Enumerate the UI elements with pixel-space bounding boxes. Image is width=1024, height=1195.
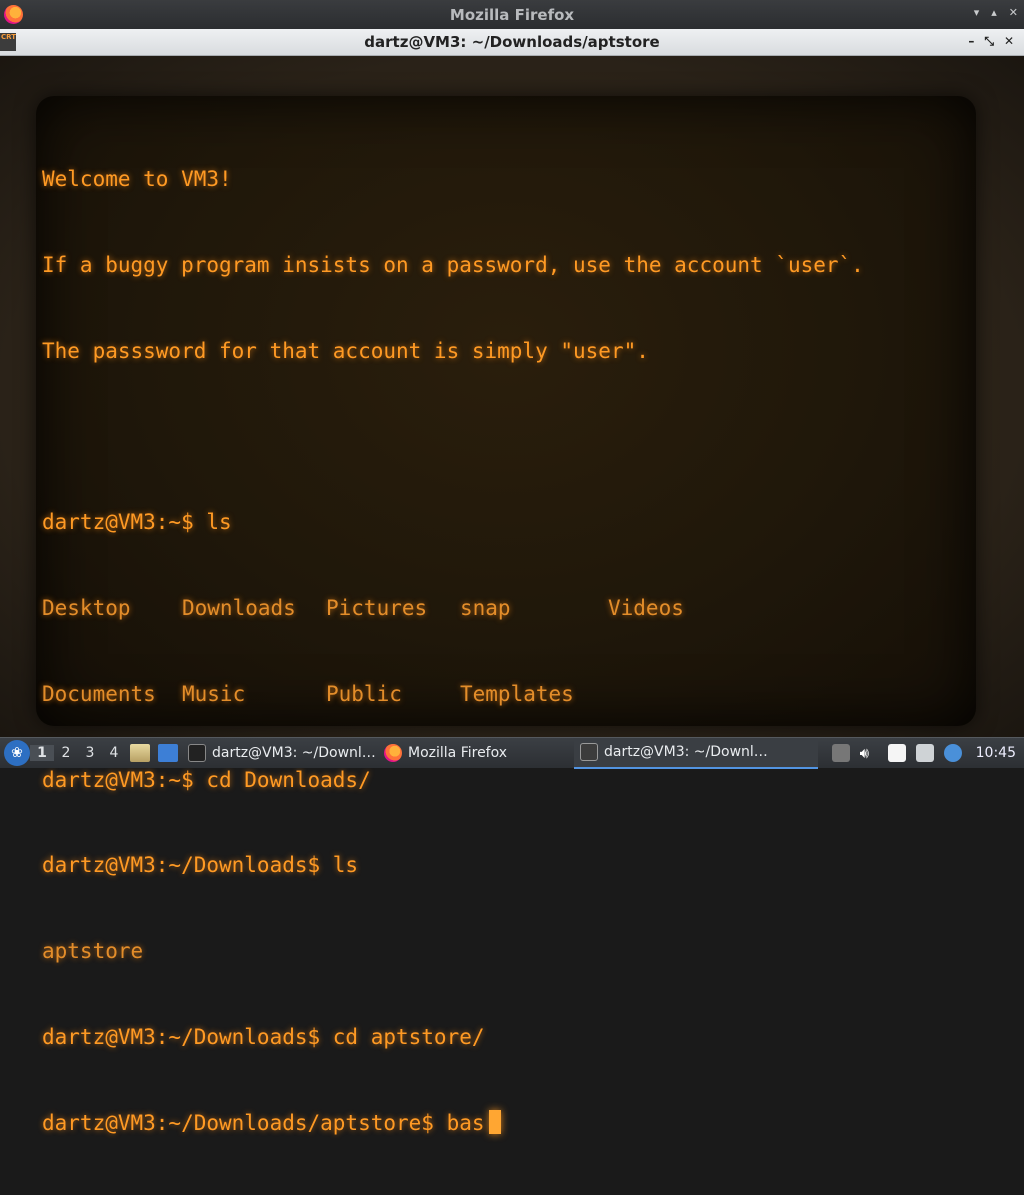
firefox-icon [4, 5, 23, 24]
ls-entry: Downloads [182, 596, 296, 621]
firefox-window-controls: ▾ ▴ ✕ [974, 6, 1018, 19]
task-label: dartz@VM3: ~/Downl… [212, 745, 376, 761]
minimize-icon[interactable]: – [968, 34, 974, 49]
task-crt-terminal[interactable]: dartz@VM3: ~/Downl… [574, 737, 818, 769]
start-menu-icon[interactable]: ❀ [4, 740, 30, 766]
text-cursor [488, 1109, 501, 1134]
firefox-titlebar: Mozilla Firefox ▾ ▴ ✕ [0, 0, 1024, 29]
crt-app-icon[interactable]: CRT [0, 33, 16, 51]
task-firefox[interactable]: Mozilla Firefox [378, 738, 574, 769]
terminal-output: Welcome to VM3! If a buggy program insis… [42, 108, 864, 1195]
close-icon[interactable]: ✕ [1009, 6, 1018, 19]
terminal-titlebar: CRT dartz@VM3: ~/Downloads/aptstore – ⤡ … [0, 29, 1024, 56]
notes-icon[interactable] [887, 744, 906, 762]
task-label: dartz@VM3: ~/Downl… [604, 744, 768, 760]
terminal-line: aptstore [42, 939, 144, 964]
terminal-line: dartz@VM3:~$ cd Downloads/ [42, 767, 371, 792]
task-label: Mozilla Firefox [408, 745, 508, 761]
terminal-line: dartz@VM3:~/Downloads$ ls [42, 853, 359, 878]
minimize-icon[interactable]: ▾ [974, 6, 980, 19]
terminal-prompt-line[interactable]: dartz@VM3:~/Downloads/aptstore$ bas [42, 1109, 864, 1138]
clipboard-icon[interactable] [831, 744, 850, 762]
close-icon[interactable]: ✕ [1004, 34, 1014, 49]
crt-icon [580, 743, 598, 761]
current-command: dartz@VM3:~/Downloads/aptstore$ bas [42, 1110, 485, 1135]
terminal-window-controls: – ⤡ ✕ [968, 34, 1014, 49]
terminal-area: Welcome to VM3! If a buggy program insis… [0, 56, 1024, 1135]
terminal-line: The passsword for that account is simply… [42, 338, 649, 363]
volume-icon[interactable]: 🔊︎ [860, 744, 878, 762]
ls-output-row: Documents Music Public Templates [42, 680, 864, 709]
system-tray: 🔊︎ 10:45 [831, 744, 1024, 762]
terminal-line: dartz@VM3:~$ ls [42, 510, 232, 535]
update-notifier-icon[interactable] [943, 744, 962, 762]
workspace-1[interactable]: 1 [30, 745, 54, 761]
maximize-icon[interactable]: ▴ [991, 6, 997, 19]
network-icon[interactable] [915, 744, 934, 762]
workspace-4[interactable]: 4 [102, 745, 126, 761]
terminal-line: Welcome to VM3! [42, 167, 232, 192]
crt-screen[interactable]: Welcome to VM3! If a buggy program insis… [36, 96, 976, 1135]
ls-entry: Public [326, 681, 402, 706]
show-desktop-icon[interactable] [158, 744, 178, 762]
ls-entry: Documents [42, 681, 156, 706]
ls-entry: Templates [460, 681, 574, 706]
ls-output-row: Desktop Downloads Pictures snap Videos [42, 594, 864, 623]
ls-entry: Music [182, 681, 246, 706]
workspace-2[interactable]: 2 [54, 745, 78, 761]
workspace-3[interactable]: 3 [78, 745, 102, 761]
terminal-icon [188, 744, 206, 762]
terminal-line: If a buggy program insists on a password… [42, 252, 864, 277]
ls-entry: snap [460, 596, 511, 621]
restore-icon[interactable]: ⤡ [984, 34, 994, 49]
terminal-title: dartz@VM3: ~/Downloads/aptstore [364, 33, 660, 51]
clock[interactable]: 10:45 [976, 745, 1016, 761]
taskbar: ❀ 1 2 3 4 dartz@VM3: ~/Downl… Mozilla Fi… [0, 737, 1024, 769]
file-manager-icon[interactable] [130, 744, 150, 762]
task-terminal[interactable]: dartz@VM3: ~/Downl… [182, 738, 378, 769]
ls-entry: Desktop [42, 596, 131, 621]
terminal-line: dartz@VM3:~/Downloads$ cd aptstore/ [42, 1025, 485, 1049]
ls-entry: Pictures [326, 596, 428, 621]
firefox-title: Mozilla Firefox [449, 5, 575, 24]
firefox-icon [384, 744, 402, 762]
ls-entry: Videos [608, 596, 684, 621]
